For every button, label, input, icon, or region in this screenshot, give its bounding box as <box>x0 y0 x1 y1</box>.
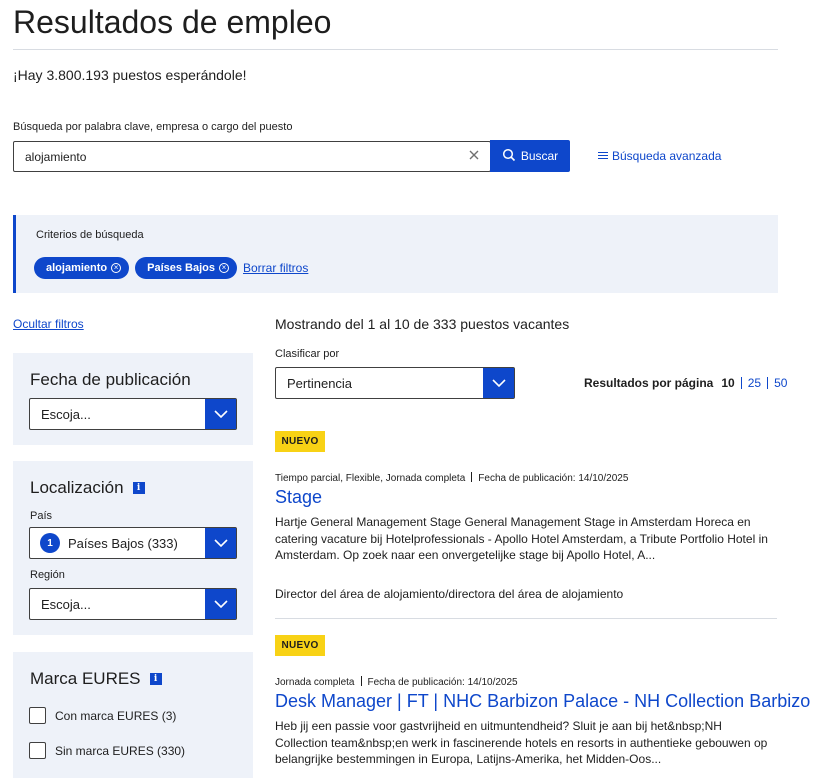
criteria-title: Criterios de búsqueda <box>36 229 144 241</box>
per-page-label: Resultados por página <box>584 376 714 390</box>
chevron-down-icon[interactable] <box>483 368 514 398</box>
advanced-search-link[interactable]: Búsqueda avanzada <box>598 149 721 163</box>
eures-option-label: Con marca EURES (3) <box>55 708 177 723</box>
job-date: Fecha de publicación: 14/10/2025 <box>367 677 518 688</box>
divider <box>360 676 362 686</box>
info-icon[interactable]: i <box>132 482 145 494</box>
search-icon <box>502 148 516 165</box>
chip-keyword-label: alojamiento <box>46 262 108 274</box>
job-title-link[interactable]: Stage <box>275 487 322 508</box>
search-input[interactable]: alojamiento <box>13 141 491 172</box>
date-filter-panel: Fecha de publicación Escoja... <box>13 353 253 445</box>
sort-select-value: Pertinencia <box>287 375 353 391</box>
location-filter-title: Localización <box>30 478 124 497</box>
date-select[interactable]: Escoja... <box>29 398 237 430</box>
divider <box>767 377 769 389</box>
info-icon[interactable]: i <box>149 673 162 685</box>
search-input-value: alojamiento <box>25 150 87 164</box>
new-badge: NUEVO <box>275 635 325 656</box>
eures-option-with[interactable]: Con marca EURES (3) <box>29 707 176 724</box>
checkbox[interactable] <box>29 707 46 724</box>
eures-option-label: Sin marca EURES (330) <box>55 743 186 758</box>
search-criteria-panel: Criterios de búsqueda alojamiento × País… <box>13 215 778 293</box>
search-button[interactable]: Buscar <box>490 140 570 172</box>
eures-filter-heading: Marca EURES i <box>30 669 162 689</box>
chevron-down-icon[interactable] <box>205 399 236 429</box>
eures-option-without[interactable]: Sin marca EURES (330) <box>29 742 185 759</box>
eures-filter-panel: Marca EURES i Con marca EURES (3) Sin ma… <box>13 652 253 778</box>
sort-label: Clasificar por <box>275 348 340 360</box>
remove-chip-icon[interactable]: × <box>111 263 122 273</box>
job-description: Hartje General Management Stage General … <box>275 515 768 562</box>
list-icon <box>598 149 608 163</box>
chip-country-label: Países Bajos <box>147 262 215 274</box>
selected-count-badge: 1 <box>40 533 60 553</box>
date-filter-title: Fecha de publicación <box>30 370 191 389</box>
job-date: Fecha de publicación: 14/10/2025 <box>478 473 629 484</box>
job-card: NUEVO Tiempo parcial, Flexible, Jornada … <box>275 431 777 616</box>
clear-search-icon[interactable] <box>467 148 481 167</box>
job-meta: Tiempo parcial, Flexible, Jornada comple… <box>275 472 628 484</box>
country-select[interactable]: 1 Países Bajos (333) <box>29 527 237 559</box>
chevron-down-icon[interactable] <box>205 589 236 619</box>
date-select-value: Escoja... <box>41 406 91 422</box>
job-meta: Jornada completa Fecha de publicación: 14… <box>275 676 518 688</box>
country-label: País <box>30 510 53 522</box>
new-badge: NUEVO <box>275 431 325 452</box>
divider <box>471 472 473 482</box>
job-divider <box>275 618 777 619</box>
results-per-page: Resultados por página 10 25 50 <box>584 376 787 390</box>
location-filter-panel: Localización i País 1 Países Bajos (333)… <box>13 461 253 635</box>
search-label: Búsqueda por palabra clave, empresa o ca… <box>13 121 293 133</box>
sort-select[interactable]: Pertinencia <box>275 367 515 399</box>
job-occupation: Director del área de alojamiento/directo… <box>275 587 624 601</box>
job-title-link[interactable]: Desk Manager | FT | NHC Barbizon Palace … <box>275 691 810 712</box>
per-page-option-current[interactable]: 10 <box>721 376 734 390</box>
per-page-option[interactable]: 25 <box>748 376 761 390</box>
chip-keyword[interactable]: alojamiento × <box>34 257 130 279</box>
region-select[interactable]: Escoja... <box>29 588 237 620</box>
checkbox[interactable] <box>29 742 46 759</box>
per-page-option[interactable]: 50 <box>774 376 787 390</box>
search-button-label: Buscar <box>520 149 559 163</box>
location-filter-heading: Localización i <box>30 478 145 498</box>
hide-filters-link[interactable]: Ocultar filtros <box>13 317 84 331</box>
divider <box>740 377 742 389</box>
results-summary: Mostrando del 1 al 10 de 333 puestos vac… <box>275 316 570 332</box>
country-select-value: Países Bajos (333) <box>68 535 178 551</box>
remove-chip-icon[interactable]: × <box>219 263 229 273</box>
title-divider <box>13 49 778 50</box>
region-label: Región <box>30 569 65 581</box>
job-description: Heb jij een passie voor gastvrijheid en … <box>275 719 768 766</box>
job-schedule: Jornada completa <box>275 677 355 688</box>
chevron-down-icon[interactable] <box>205 528 236 558</box>
clear-filters-link[interactable]: Borrar filtros <box>243 261 308 275</box>
eures-filter-title: Marca EURES <box>30 669 141 688</box>
chip-country[interactable]: Países Bajos × <box>135 257 237 279</box>
criteria-chips: alojamiento × Países Bajos × Borrar filt… <box>34 257 308 279</box>
jobs-count-subtitle: ¡Hay 3.800.193 puestos esperándole! <box>13 67 247 83</box>
advanced-search-label: Búsqueda avanzada <box>612 149 722 163</box>
job-card: NUEVO Jornada completa Fecha de publicaci… <box>275 635 810 778</box>
page-title: Resultados de empleo <box>13 4 332 40</box>
region-select-value: Escoja... <box>41 596 91 612</box>
job-schedule: Tiempo parcial, Flexible, Jornada comple… <box>275 473 466 484</box>
